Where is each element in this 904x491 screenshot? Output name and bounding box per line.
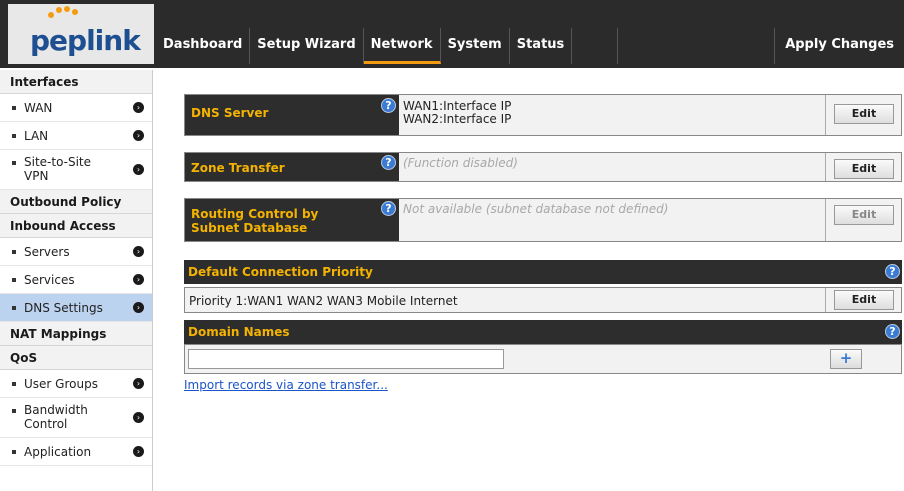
- sidebar-item-servers[interactable]: Servers ›: [0, 238, 152, 266]
- default-priority-header: Default Connection Priority ?: [184, 260, 902, 284]
- edit-cell: Edit: [825, 199, 901, 241]
- sidebar-item-site-to-site-vpn[interactable]: Site-to-Site VPN ›: [0, 150, 152, 190]
- sidebar-item-label: Services: [24, 273, 75, 287]
- chevron-right-icon: ›: [133, 164, 144, 175]
- dns-server-label: DNS Server ?: [185, 95, 399, 135]
- bullet-icon: [12, 134, 16, 138]
- sidebar-item-label: Application: [24, 445, 92, 459]
- sidebar-header-interfaces[interactable]: Interfaces: [0, 70, 152, 94]
- zone-transfer-label: Zone Transfer ?: [185, 153, 399, 181]
- plus-icon: +: [839, 349, 853, 367]
- zone-transfer-value: (Function disabled): [403, 156, 518, 170]
- help-icon[interactable]: ?: [885, 324, 900, 339]
- apply-changes-button[interactable]: Apply Changes: [774, 28, 896, 64]
- main-nav: Dashboard Setup Wizard Network System St…: [156, 28, 573, 64]
- nav-dashboard[interactable]: Dashboard: [156, 28, 251, 64]
- import-records-link[interactable]: Import records via zone transfer...: [184, 378, 388, 392]
- nav-divider: [617, 28, 618, 64]
- bullet-icon: [12, 450, 16, 454]
- edit-cell: Edit: [825, 95, 901, 135]
- sidebar-item-label: User Groups: [24, 377, 98, 391]
- edit-cell: Edit: [825, 153, 901, 181]
- bullet-icon: [12, 382, 16, 386]
- help-icon[interactable]: ?: [381, 155, 396, 170]
- domain-names-row: +: [184, 344, 902, 374]
- zone-transfer-row: Zone Transfer ? (Function disabled) Edit: [184, 152, 902, 182]
- zone-transfer-edit-button[interactable]: Edit: [834, 159, 894, 179]
- sidebar-item-label: DNS Settings: [24, 301, 103, 315]
- peplink-logo[interactable]: peplink: [8, 4, 154, 64]
- add-domain-button[interactable]: +: [830, 349, 862, 369]
- chevron-right-icon: ›: [133, 302, 144, 313]
- sidebar-header-inbound-access[interactable]: Inbound Access: [0, 214, 152, 238]
- sidebar-header-qos[interactable]: QoS: [0, 346, 152, 370]
- bullet-icon: [12, 278, 16, 282]
- sidebar-item-label: Site-to-Site VPN: [24, 155, 92, 183]
- chevron-right-icon: ›: [133, 412, 144, 423]
- chevron-right-icon: ›: [133, 102, 144, 113]
- bullet-icon: [12, 161, 16, 165]
- dns-server-row: DNS Server ? WAN1:Interface IP WAN2:Inte…: [184, 94, 902, 136]
- nav-network[interactable]: Network: [363, 28, 441, 64]
- chevron-right-icon: ›: [133, 274, 144, 285]
- nav-system[interactable]: System: [441, 28, 510, 64]
- dns-server-value: WAN1:Interface IP WAN2:Interface IP: [403, 99, 512, 126]
- routing-control-value: Not available (subnet database not defin…: [403, 202, 669, 216]
- routing-control-edit-button[interactable]: Edit: [834, 205, 894, 225]
- sidebar-item-wan[interactable]: WAN ›: [0, 94, 152, 122]
- sidebar-item-label: WAN: [24, 101, 53, 115]
- help-icon[interactable]: ?: [381, 201, 396, 216]
- dns-server-edit-button[interactable]: Edit: [834, 104, 894, 124]
- bullet-icon: [12, 306, 16, 310]
- routing-control-label: Routing Control by Subnet Database ?: [185, 199, 399, 241]
- sidebar-item-label: Servers: [24, 245, 70, 259]
- bullet-icon: [12, 409, 16, 413]
- sidebar-header-outbound-policy[interactable]: Outbound Policy: [0, 190, 152, 214]
- bullet-icon: [12, 106, 16, 110]
- domain-name-input[interactable]: [188, 349, 504, 369]
- sidebar-item-user-groups[interactable]: User Groups ›: [0, 370, 152, 398]
- edit-cell: Edit: [825, 288, 901, 312]
- chevron-right-icon: ›: [133, 378, 144, 389]
- bullet-icon: [12, 250, 16, 254]
- sidebar-item-dns-settings[interactable]: DNS Settings ›: [0, 294, 152, 322]
- sidebar-item-label: Bandwidth Control: [24, 403, 88, 431]
- domain-names-header: Domain Names ?: [184, 320, 902, 344]
- help-icon[interactable]: ?: [381, 98, 396, 113]
- chevron-right-icon: ›: [133, 246, 144, 257]
- sidebar-item-application[interactable]: Application ›: [0, 438, 152, 466]
- sidebar-item-bandwidth-control[interactable]: Bandwidth Control ›: [0, 398, 152, 438]
- nav-status[interactable]: Status: [510, 28, 573, 64]
- nav-setup-wizard[interactable]: Setup Wizard: [250, 28, 364, 64]
- top-bar: peplink Dashboard Setup Wizard Network S…: [0, 0, 904, 68]
- routing-control-row: Routing Control by Subnet Database ? Not…: [184, 198, 902, 242]
- sidebar-item-services[interactable]: Services ›: [0, 266, 152, 294]
- sidebar-item-lan[interactable]: LAN ›: [0, 122, 152, 150]
- default-priority-edit-button[interactable]: Edit: [834, 290, 894, 310]
- chevron-right-icon: ›: [133, 446, 144, 457]
- default-priority-row: Priority 1:WAN1 WAN2 WAN3 Mobile Interne…: [184, 287, 902, 313]
- sidebar-item-label: LAN: [24, 129, 49, 143]
- help-icon[interactable]: ?: [885, 264, 900, 279]
- sidebar-header-nat-mappings[interactable]: NAT Mappings: [0, 322, 152, 346]
- chevron-right-icon: ›: [133, 130, 144, 141]
- logo-text: peplink: [30, 24, 141, 57]
- sidebar: Interfaces WAN › LAN › Site-to-Site VPN …: [0, 70, 153, 491]
- default-priority-value: Priority 1:WAN1 WAN2 WAN3 Mobile Interne…: [189, 294, 458, 308]
